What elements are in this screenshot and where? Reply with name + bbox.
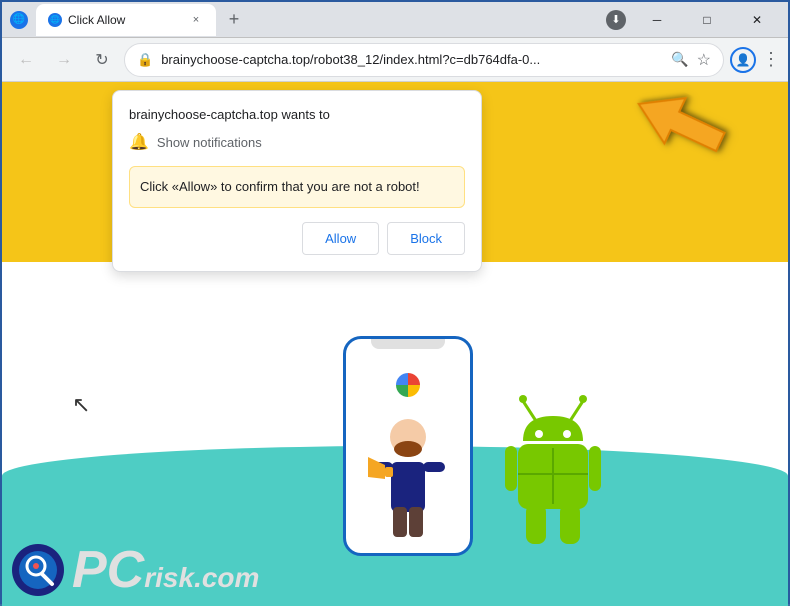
back-button[interactable]: ← (10, 44, 42, 76)
forward-button[interactable]: → (48, 44, 80, 76)
cursor: ↖ (72, 392, 90, 418)
popup-message: Click «Allow» to confirm that you are no… (129, 166, 465, 208)
tab-close-button[interactable]: × (188, 12, 204, 28)
person-in-phone-svg (363, 407, 453, 547)
phone-top-bar (371, 339, 445, 349)
phone-frame (343, 336, 473, 556)
pcrisk-text: PCrisk.com (72, 544, 259, 596)
bookmark-icon[interactable]: ☆ (697, 50, 711, 70)
menu-icon[interactable]: ⋮ (762, 49, 780, 70)
pcrisk-icon (12, 544, 64, 596)
android-robot-svg (503, 386, 603, 556)
active-tab[interactable]: 🌐 Click Allow × (36, 4, 216, 36)
allow-button[interactable]: Allow (302, 222, 379, 255)
browser-content: brainychoose-captcha.top wants to 🔔 Show… (2, 82, 788, 606)
bell-icon: 🔔 (129, 132, 149, 152)
window-controls: ─ □ ✕ (634, 4, 780, 36)
popup-header: brainychoose-captcha.top wants to (129, 107, 465, 122)
window-icon: 🌐 (10, 11, 28, 29)
popup-buttons: Allow Block (129, 222, 465, 255)
profile-icon[interactable]: 👤 (730, 47, 756, 73)
minimize-button[interactable]: ─ (634, 4, 680, 36)
tab-bar: 🌐 Click Allow × + (36, 4, 598, 36)
risk-text: risk.com (144, 562, 259, 593)
search-icon[interactable]: 🔍 (671, 51, 688, 68)
pc-text: PC (72, 541, 144, 599)
block-button[interactable]: Block (387, 222, 465, 255)
url-text: brainychoose-captcha.top/robot38_12/inde… (161, 52, 659, 67)
close-button[interactable]: ✕ (734, 4, 780, 36)
phone-illustration (343, 336, 473, 556)
tab-favicon: 🌐 (48, 13, 62, 27)
download-icon: ⬇ (606, 10, 626, 30)
tab-title: Click Allow (68, 13, 182, 27)
notification-popup: brainychoose-captcha.top wants to 🔔 Show… (112, 90, 482, 272)
address-bar: ← → ↻ 🔒 brainychoose-captcha.top/robot38… (2, 38, 788, 82)
title-bar: 🌐 🌐 Click Allow × + ⬇ ─ □ ✕ (2, 2, 788, 38)
maximize-button[interactable]: □ (684, 4, 730, 36)
refresh-button[interactable]: ↻ (86, 44, 118, 76)
lock-icon: 🔒 (137, 52, 153, 68)
chrome-icon (396, 373, 420, 397)
address-input[interactable]: 🔒 brainychoose-captcha.top/robot38_12/in… (124, 43, 724, 77)
new-tab-button[interactable]: + (220, 6, 248, 34)
pcrisk-logo-area: PCrisk.com (12, 544, 259, 596)
notification-row: 🔔 Show notifications (129, 132, 465, 152)
show-notifications-label: Show notifications (157, 135, 262, 150)
